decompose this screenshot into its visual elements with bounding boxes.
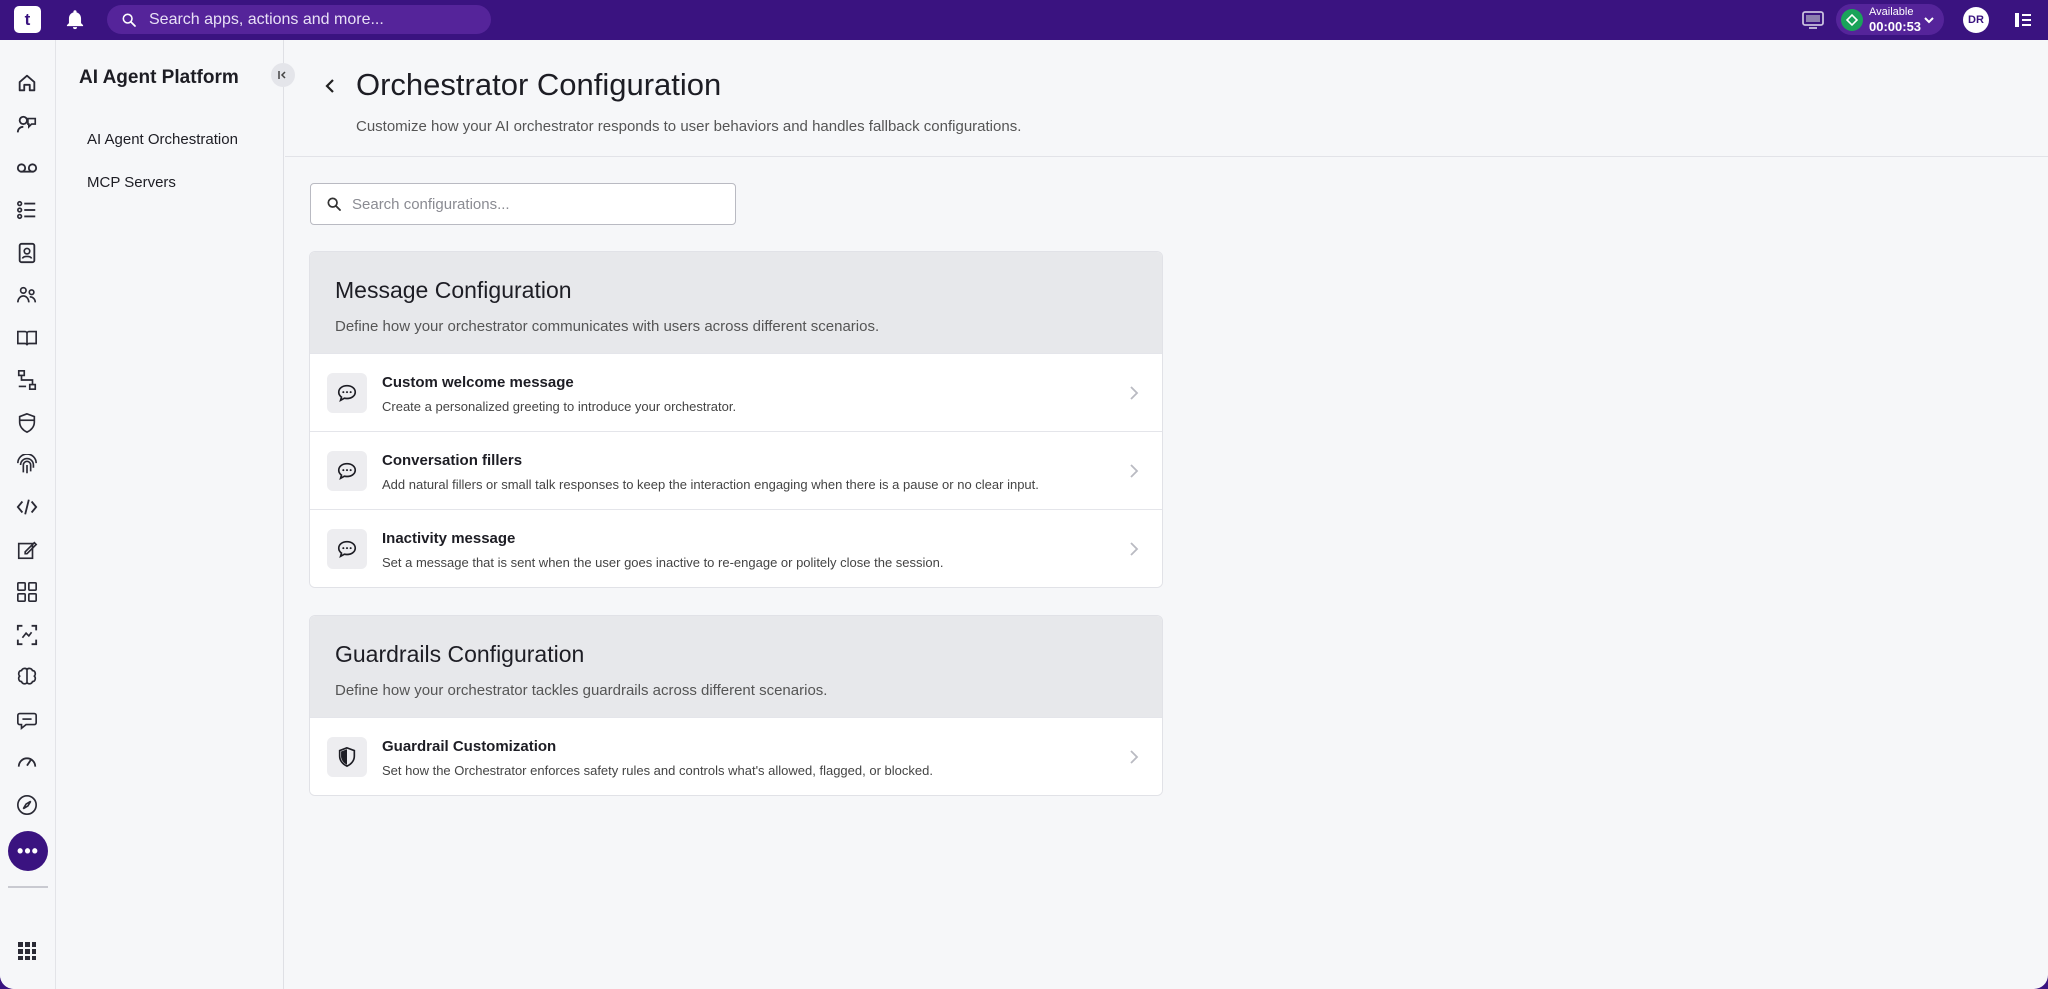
apps-grid-icon[interactable] (15, 580, 39, 604)
app-launcher-icon[interactable] (15, 939, 39, 963)
header-divider (285, 156, 2048, 157)
home-icon[interactable] (15, 71, 39, 95)
side-panel-icon[interactable] (2014, 11, 2032, 29)
rail-divider (8, 886, 48, 888)
status-available-icon (1841, 8, 1863, 31)
page-title: Orchestrator Configuration (356, 67, 722, 102)
top-bar: t Search apps, actions and more... Avail… (0, 0, 2048, 40)
shield-icon[interactable] (15, 411, 39, 435)
chat-bubble-icon (327, 451, 367, 491)
screen-share-icon[interactable] (1801, 9, 1825, 31)
chevron-right-icon (1130, 386, 1139, 400)
search-icon (122, 13, 136, 27)
item-description: Add natural fillers or small talk respon… (382, 477, 1039, 492)
app-logo[interactable]: t (14, 6, 41, 33)
icon-rail: ••• (0, 40, 56, 989)
bell-icon[interactable] (64, 9, 86, 31)
status-label: Available (1869, 5, 1914, 18)
section-title: Message Configuration (335, 277, 572, 303)
global-search[interactable]: Search apps, actions and more... (107, 5, 491, 34)
scan-icon[interactable] (15, 623, 39, 647)
config-item-custom-welcome-message[interactable]: Custom welcome message Create a personal… (310, 353, 1162, 431)
code-icon[interactable] (15, 495, 39, 519)
card-header: Message Configuration Define how your or… (310, 252, 1162, 353)
agent-icon[interactable] (15, 113, 39, 137)
contacts-icon[interactable] (15, 241, 39, 265)
status-timer: 00:00:53 (1869, 18, 1922, 34)
chat-bubble-icon (327, 373, 367, 413)
chat-icon[interactable] (15, 708, 39, 732)
chevron-right-icon (1130, 464, 1139, 478)
search-icon (327, 197, 341, 211)
item-title: Conversation fillers (382, 452, 523, 469)
item-description: Set how the Orchestrator enforces safety… (382, 763, 933, 778)
config-search-input[interactable] (352, 195, 712, 213)
guardrails-configuration-card: Guardrails Configuration Define how your… (309, 615, 1163, 796)
config-item-conversation-fillers[interactable]: Conversation fillers Add natural fillers… (310, 431, 1162, 509)
item-title: Inactivity message (382, 530, 516, 547)
brain-icon[interactable] (15, 665, 39, 689)
subnav-title: AI Agent Platform (79, 67, 239, 88)
team-icon[interactable] (15, 283, 39, 307)
list-icon[interactable] (15, 198, 39, 222)
chevron-right-icon (1130, 542, 1139, 556)
config-item-inactivity-message[interactable]: Inactivity message Set a message that is… (310, 509, 1162, 587)
section-description: Define how your orchestrator tackles gua… (335, 682, 828, 699)
shield-icon (327, 737, 367, 777)
more-icon[interactable]: ••• (8, 831, 48, 871)
chevron-right-icon (1130, 750, 1139, 764)
card-header: Guardrails Configuration Define how your… (310, 616, 1162, 717)
back-button[interactable] (320, 76, 340, 96)
agent-status-dropdown[interactable]: Available 00:00:53 (1836, 4, 1944, 35)
page-subtitle: Customize how your AI orchestrator respo… (356, 118, 1022, 135)
flow-icon[interactable] (15, 368, 39, 392)
chevron-left-icon (325, 79, 334, 93)
item-title: Guardrail Customization (382, 738, 557, 755)
config-search[interactable] (310, 183, 736, 225)
main-content: Orchestrator Configuration Customize how… (285, 40, 2048, 989)
secondary-nav: AI Agent Platform AI Agent Orchestration… (57, 40, 295, 989)
subnav-item-mcp-servers[interactable]: MCP Servers (87, 174, 176, 191)
section-description: Define how your orchestrator communicate… (335, 318, 880, 335)
app-frame: ••• AI Agent Platform AI Agent Orchestra… (0, 40, 2048, 989)
message-configuration-card: Message Configuration Define how your or… (309, 251, 1163, 588)
logo-text: t (24, 9, 31, 29)
gauge-icon[interactable] (15, 750, 39, 774)
fingerprint-icon[interactable] (15, 453, 39, 477)
subnav-item-ai-agent-orchestration[interactable]: AI Agent Orchestration (87, 131, 238, 148)
voicemail-icon[interactable] (15, 156, 39, 180)
edit-icon[interactable] (15, 538, 39, 562)
item-title: Custom welcome message (382, 374, 574, 391)
chat-bubble-icon (327, 529, 367, 569)
avatar[interactable]: DR (1963, 7, 1989, 33)
chevron-down-icon (1924, 17, 1934, 24)
config-item-guardrail-customization[interactable]: Guardrail Customization Set how the Orch… (310, 717, 1162, 795)
item-description: Set a message that is sent when the user… (382, 555, 944, 570)
item-description: Create a personalized greeting to introd… (382, 399, 737, 414)
avatar-initials: DR (1968, 14, 1984, 26)
section-title: Guardrails Configuration (335, 641, 585, 667)
knowledge-icon[interactable] (15, 326, 39, 350)
compass-icon[interactable] (15, 793, 39, 817)
global-search-placeholder: Search apps, actions and more... (149, 10, 384, 28)
